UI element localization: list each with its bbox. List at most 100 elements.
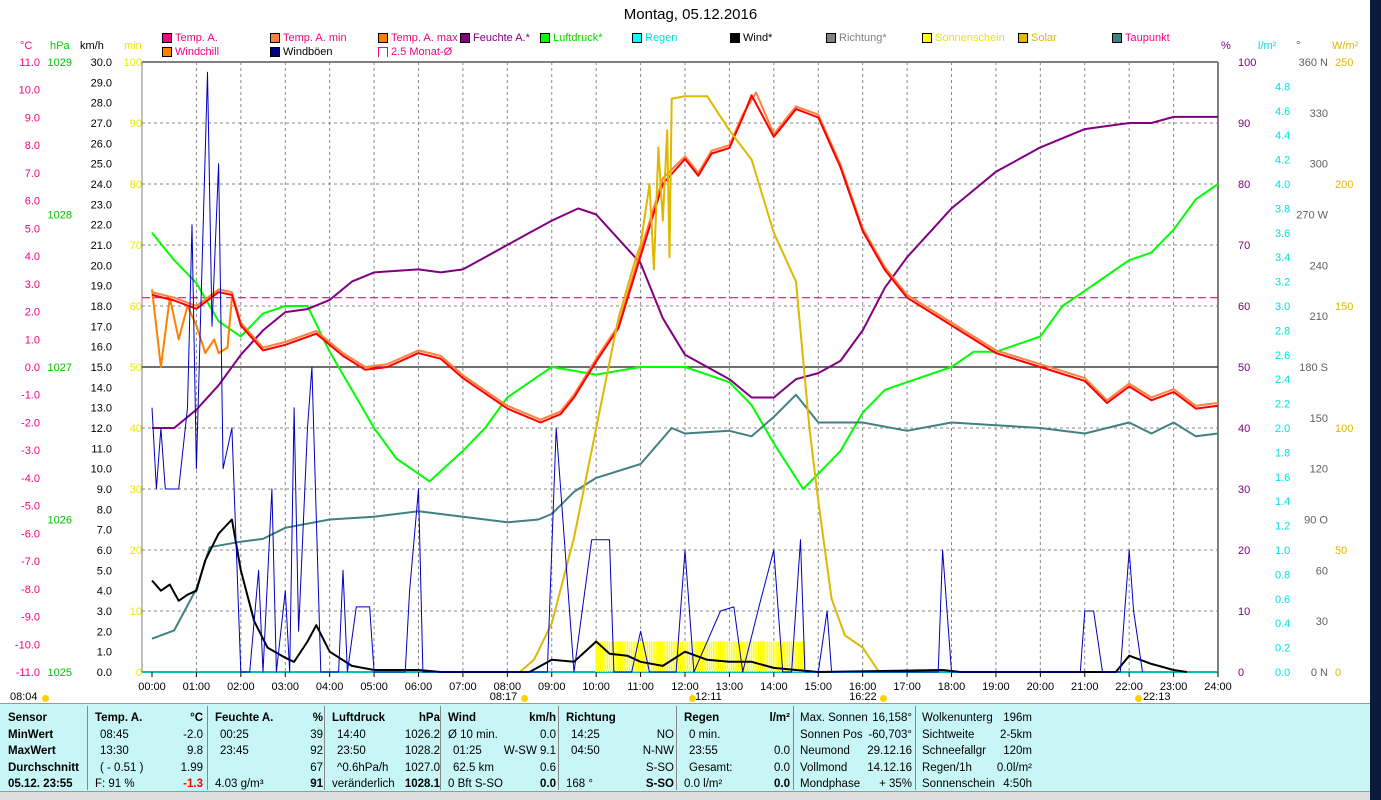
y-tick-label-min: 0 [136,667,142,679]
sensor-column: Sensor MinWert MaxWert Durchschnitt 05.12. 2… [8,710,88,790]
y-tick-label-min: 70 [130,240,142,252]
y-tick-label-kmh: 1.0 [97,647,112,659]
y-tick-label-lm2: 1.6 [1275,472,1290,484]
cell-label: 08:45 [100,728,129,741]
y-tick-label-kmh: 7.0 [97,525,112,537]
y-tick-label-lm2: 0.4 [1275,618,1290,630]
legend-item[interactable]: Regen [632,32,677,44]
legend-item[interactable]: Luftdruck* [540,32,603,44]
row: Neumond 29.12.16 [800,743,912,760]
cell-value: 196m [1003,712,1032,724]
y-tick-label-lm2: 4.2 [1275,155,1290,167]
y-tick-label-kmh: 13.0 [91,403,112,415]
cell-label: Ø 10 min. [448,728,498,741]
row: 13:30 9.8 [95,743,203,760]
col-head: Regen [684,712,720,724]
row-label: MinWert [8,728,54,741]
weather-chart: 00:00 01:00 02:00 03:00 04:00 05:00 06:00 07:00… [15,57,1353,693]
cell-value: -60,703° [868,728,912,741]
cell-value: 9.8 [187,745,203,757]
y-tick-label-lm2: 0.8 [1275,569,1290,581]
cell-value: 2-5km [1000,728,1032,741]
wolken-column: Wolkenunterg 196m Sichtweite 2-5km Schneefal… [922,710,1032,790]
y-tick-label-wm2: 250 [1335,57,1353,69]
y-tick-label-deg: 0 N [1311,667,1328,679]
cell-label: 23:45 [220,745,249,757]
sonne-column: Max. Sonnen 16,158° Sonnen Pos -60,703° Neum… [800,710,912,790]
x-tick-label: 18:00 [938,681,966,693]
header: Luftdruck hPa [332,710,440,727]
cell-label: 01:25 [453,745,482,757]
row: 23:50 1028.2 [332,743,440,760]
y-tick-label-min: 100 [124,57,142,69]
cell-label: 14:25 [571,728,600,741]
y-tick-label-kmh: 3.0 [97,606,112,618]
cell-value: 14.12.16 [867,761,912,774]
y-tick-label-kmh: 9.0 [97,484,112,496]
legend-swatch [270,33,280,43]
cell-value: 67 [310,761,323,774]
cell-value: 0.0l/m² [996,761,1032,774]
druck-column: Luftdruck hPa 14:40 1026.2 23:50 1028.2 ^0.6hP… [332,710,440,790]
y-tick-label-kmh: 16.0 [91,342,112,354]
legend-label: Regen [645,32,678,44]
col-unit: % [312,712,323,724]
legend-item[interactable]: Richtung* [826,32,887,44]
column-divider [440,706,441,790]
x-tick-label: 19:00 [982,681,1010,693]
row: MaxWert [8,743,88,760]
x-tick-label: 20:00 [1027,681,1055,693]
col-unit: l/m² [769,712,790,724]
cell-value: -2.0 [183,728,203,741]
y-tick-label-kmh: 24.0 [91,179,112,191]
legend-label: Temp. A. min [283,32,347,44]
sun-marker-icon [42,695,49,702]
y-tick-label-deg: 210 [1310,311,1328,323]
wind-column: Wind km/h Ø 10 min. 0.0 01:25 W-SW 9.1 62.5 km… [448,710,556,790]
x-tick-label: 17:00 [893,681,921,693]
y-tick-label-lm2: 1.4 [1275,496,1290,508]
col-unit: hPa [418,712,440,724]
legend-item[interactable]: 2.5 Monat-Ø [378,46,452,58]
legend-item[interactable]: Sonnenschein [922,32,1005,44]
legend-item[interactable]: Windchill [162,46,219,58]
y-tick-label-kmh: 22.0 [91,220,112,232]
row: Max. Sonnen 16,158° [800,710,912,727]
header: Regen l/m² [684,710,790,727]
legend-item[interactable]: Feuchte A.* [460,32,530,44]
y-tick-label-kmh: 26.0 [91,138,112,150]
row: Schneefallgr 120m [922,743,1032,760]
legend-swatch [378,47,388,57]
sun-time-label: 08:04 [10,691,38,703]
legend-item[interactable]: Temp. A. max [378,32,458,44]
unit-label-kmh: km/h [80,40,104,52]
legend-label: Temp. A. [175,32,218,44]
x-tick-label: 24:00 [1204,681,1232,693]
header: Sensor [8,710,88,727]
legend-item[interactable]: Taupunkt [1112,32,1170,44]
sun-time-label: 16:22 [849,691,877,703]
y-tick-label-hpa: 1026 [48,515,72,527]
legend-item[interactable]: Temp. A. min [270,32,347,44]
x-tick-label: 09:00 [538,681,566,693]
legend-item[interactable]: Temp. A. [162,32,218,44]
y-tick-label-kmh: 2.0 [97,626,112,638]
y-tick-label-kmh: 20.0 [91,260,112,272]
row: 14:40 1026.2 [332,727,440,744]
column-divider [324,706,325,790]
y-tick-label-hpa: 1025 [48,667,72,679]
col-unit: °C [190,712,203,724]
col-head: Sensor [8,712,47,724]
y-tick-label-c: -2.0 [21,417,40,429]
y-tick-label-lm2: 3.4 [1275,252,1290,264]
y-tick-label-deg: 300 [1310,159,1328,171]
legend-swatch [162,33,172,43]
y-tick-label-kmh: 23.0 [91,199,112,211]
y-tick-label-c: -5.0 [21,501,40,513]
legend-item[interactable]: Windböen [270,46,333,58]
legend-item[interactable]: Solar [1018,32,1057,44]
legend-item[interactable]: Wind* [730,32,772,44]
y-tick-label-lm2: 1.8 [1275,447,1290,459]
legend-swatch [826,33,836,43]
cell-value: 1026.2 [404,728,440,741]
